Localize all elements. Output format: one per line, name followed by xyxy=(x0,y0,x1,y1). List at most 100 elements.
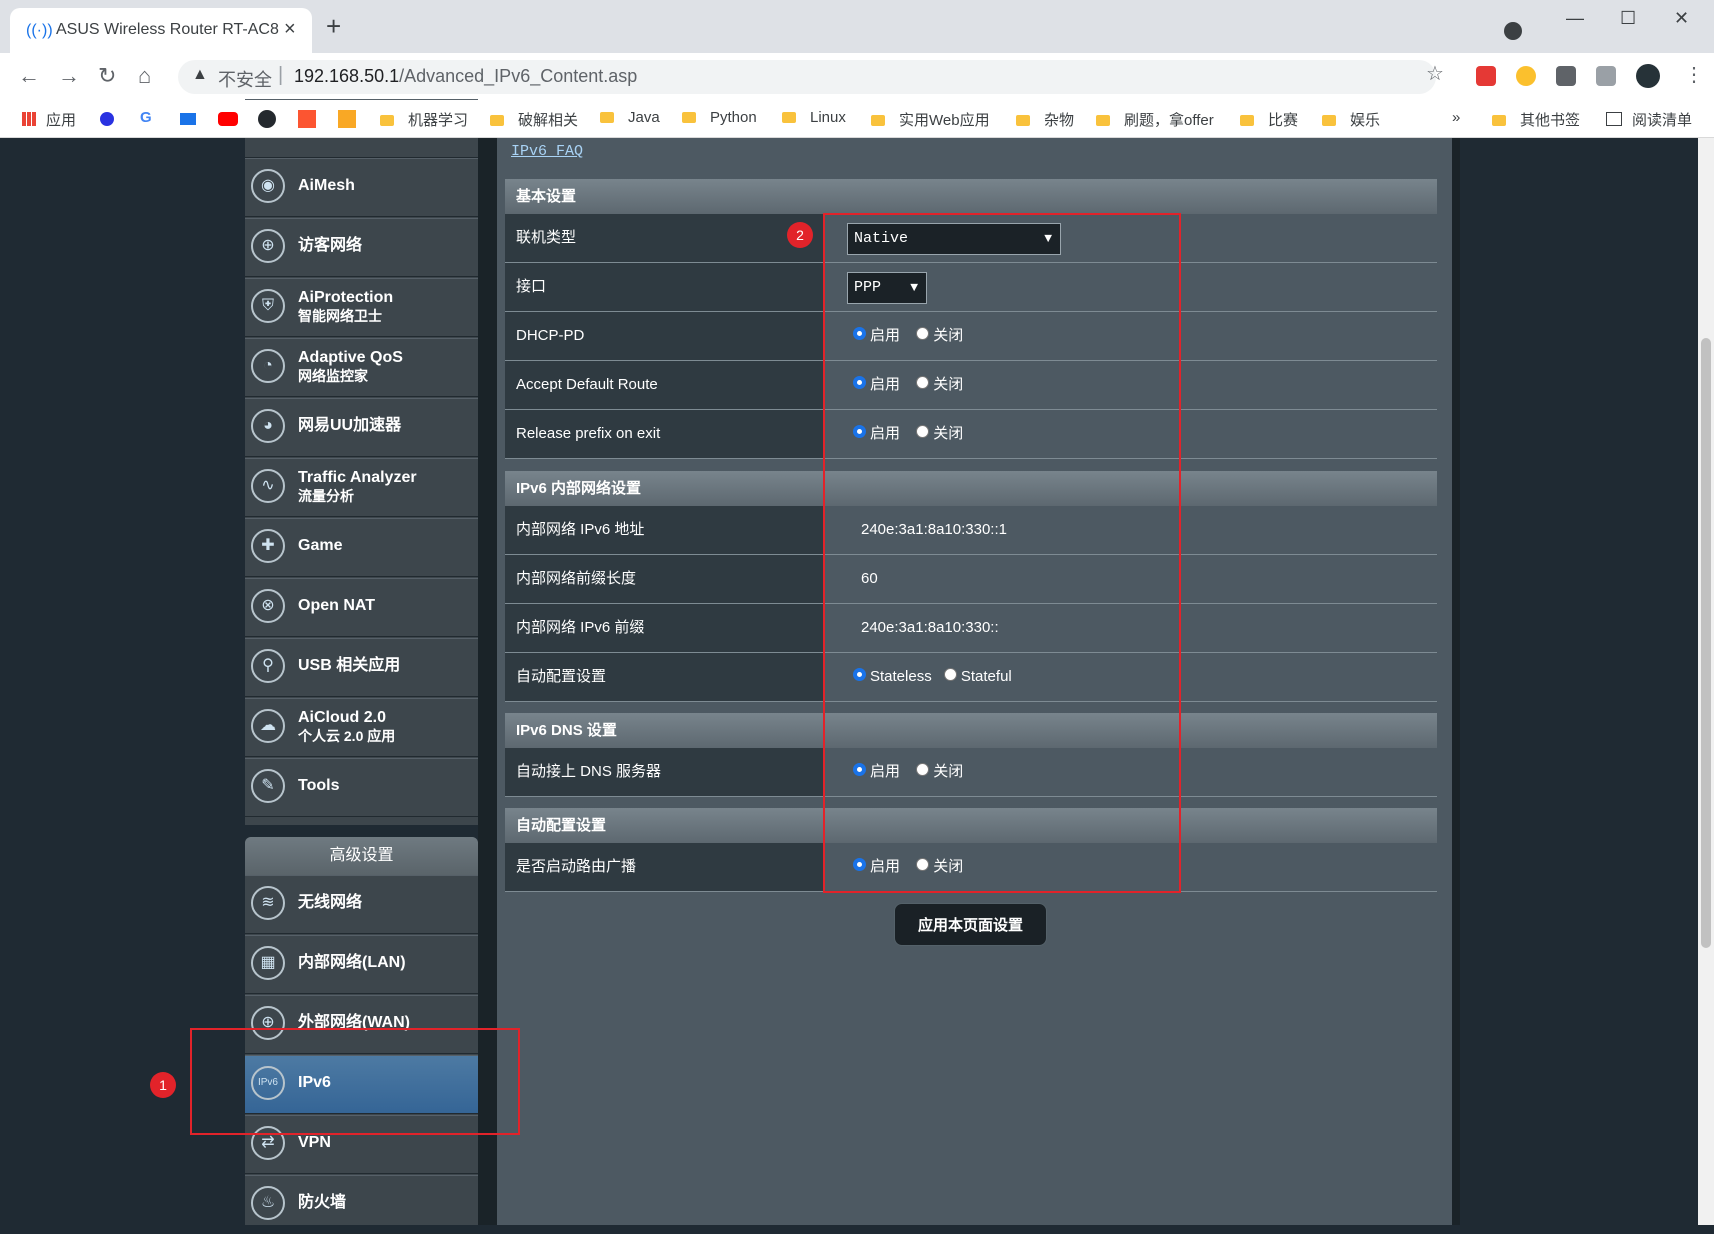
sidebar-item-label: Open NAT xyxy=(298,597,376,614)
sidebar-item-label: AiProtection 智能网络卫士 xyxy=(298,289,394,324)
reading-mode-icon[interactable] xyxy=(1596,66,1616,86)
forward-icon[interactable]: → xyxy=(58,63,80,89)
lan-icon: ▦ xyxy=(251,946,285,980)
back-icon[interactable]: ← xyxy=(18,63,40,89)
wrench-icon: ✎ xyxy=(251,769,285,803)
scrollbar[interactable] xyxy=(1698,138,1714,1225)
extension-icon[interactable] xyxy=(1516,66,1536,86)
bookmark-folder[interactable]: 刷题，拿offer xyxy=(1096,109,1214,130)
folder-icon xyxy=(1492,115,1506,126)
folder-icon xyxy=(782,112,796,123)
bookmark-star-icon[interactable]: ☆ xyxy=(1426,61,1444,86)
maximize-icon[interactable]: ☐ xyxy=(1620,8,1636,29)
row-label: 自动接上 DNS 服务器 xyxy=(505,748,825,796)
menu-icon[interactable]: ⋮ xyxy=(1684,62,1704,87)
annotation-badge-2: 2 xyxy=(787,222,813,248)
folder-icon xyxy=(600,112,614,123)
wifi-icon: ((·)) xyxy=(26,22,53,39)
reading-list-icon xyxy=(1606,112,1622,126)
separator: | xyxy=(278,64,284,86)
extension-icon[interactable] xyxy=(1476,66,1496,86)
sidebar-item[interactable] xyxy=(245,99,478,158)
traffic-icon: ∿ xyxy=(251,469,285,503)
bookmark-folder[interactable]: 实用Web应用 xyxy=(871,109,990,130)
more-bookmarks-button[interactable]: » xyxy=(1452,109,1460,126)
sidebar-item-tools[interactable]: ✎ Tools xyxy=(245,758,478,817)
sidebar-item-label: 访客网络 xyxy=(298,237,363,254)
sidebar-menu: ◉ AiMesh ⊕ 访客网络 ⛨ AiProtection 智能网络卫士 ◔ Adapt… xyxy=(245,99,478,825)
youtube-icon[interactable] xyxy=(218,112,238,126)
row-label: Release prefix on exit xyxy=(505,410,825,458)
ipv6-faq-link[interactable]: IPv6 FAQ xyxy=(511,143,583,160)
sidebar-item-opennat[interactable]: ⊗ Open NAT xyxy=(245,578,478,637)
speedometer-icon: ◔ xyxy=(251,349,285,383)
sidebar-item-label: 内部网络(LAN) xyxy=(298,954,406,971)
sidebar-item-aimesh[interactable]: ◉ AiMesh xyxy=(245,158,478,217)
row-label: Accept Default Route xyxy=(505,361,825,409)
url-text: 192.168.50.1/Advanced_IPv6_Content.asp xyxy=(294,66,638,86)
apps-icon[interactable]: 应用 xyxy=(22,109,76,130)
bookmark-folder[interactable]: 破解相关 xyxy=(490,109,578,130)
bookmark-folder[interactable]: 比赛 xyxy=(1240,109,1298,130)
google-icon[interactable]: G xyxy=(140,109,152,126)
annotation-badge-1: 1 xyxy=(150,1072,176,1098)
sidebar-item-label: AiMesh xyxy=(298,177,355,194)
sidebar-item-firewall[interactable]: ♨ 防火墙 xyxy=(245,1175,478,1234)
folder-icon xyxy=(1016,115,1030,126)
folder-icon xyxy=(871,115,885,126)
tab-search-icon[interactable] xyxy=(1504,22,1522,40)
row-label: 是否启动路由广播 xyxy=(505,843,825,891)
reload-icon[interactable]: ↻ xyxy=(98,63,116,89)
window-close-icon[interactable]: ✕ xyxy=(1674,8,1689,29)
address-bar[interactable]: ▲ 不安全 | 192.168.50.1/Advanced_IPv6_Conte… xyxy=(178,60,1436,94)
browser-toolbar: ← → ↻ ⌂ ▲ 不安全 | 192.168.50.1/Advanced_IP… xyxy=(0,53,1714,101)
globe-nat-icon: ⊗ xyxy=(251,589,285,623)
sidebar-item-label: Tools xyxy=(298,777,340,794)
sidebar-item-qos[interactable]: ◔ Adaptive QoS 网络监控家 xyxy=(245,338,478,397)
sidebar-item-aicloud[interactable]: ☁ AiCloud 2.0 个人云 2.0 应用 xyxy=(245,698,478,757)
row-label: 自动配置设置 xyxy=(505,653,825,701)
avatar[interactable] xyxy=(1636,64,1660,88)
bookmark-folder[interactable]: 娱乐 xyxy=(1322,109,1380,130)
bookmark-folder[interactable]: Python xyxy=(682,109,757,126)
bookmark-folder[interactable]: Java xyxy=(600,109,660,126)
other-bookmarks[interactable]: 其他书签 xyxy=(1492,109,1580,130)
sidebar-item-aiprotection[interactable]: ⛨ AiProtection 智能网络卫士 xyxy=(245,278,478,337)
sidebar-item-wireless[interactable]: ≋ 无线网络 xyxy=(245,875,478,934)
sidebar-item-label: AiCloud 2.0 个人云 2.0 应用 xyxy=(298,709,396,744)
scrollbar-thumb[interactable] xyxy=(1701,338,1711,948)
shield-lock-icon: ⛨ xyxy=(251,289,285,323)
row-label: 联机类型 xyxy=(505,214,825,262)
browser-tab[interactable]: ((·)) ASUS Wireless Router RT-AC8 × xyxy=(10,8,312,53)
cloud-icon: ☁ xyxy=(251,709,285,743)
sidebar-item-uu[interactable]: ◕ 网易UU加速器 xyxy=(245,398,478,457)
home-icon[interactable]: ⌂ xyxy=(138,63,151,89)
sidebar-item-label: 无线网络 xyxy=(298,894,363,911)
bookmark-folder[interactable]: Linux xyxy=(782,109,846,126)
sidebar-item-label: USB 相关应用 xyxy=(298,657,401,674)
reading-list[interactable]: 阅读清单 xyxy=(1606,109,1692,130)
bookmark-icon[interactable] xyxy=(180,113,196,125)
sidebar-item-guest[interactable]: ⊕ 访客网络 xyxy=(245,218,478,277)
close-icon[interactable]: × xyxy=(284,18,296,41)
sidebar-item-lan[interactable]: ▦ 内部网络(LAN) xyxy=(245,935,478,994)
bookmark-folder[interactable]: 杂物 xyxy=(1016,109,1074,130)
sidebar-item-game[interactable]: ✚ Game xyxy=(245,518,478,577)
row-label: 内部网络 IPv6 地址 xyxy=(505,506,825,554)
sidebar-item-usb[interactable]: ⚲ USB 相关应用 xyxy=(245,638,478,697)
wireless-icon: ≋ xyxy=(251,886,285,920)
puzzle-icon[interactable] xyxy=(1556,66,1576,86)
folder-icon xyxy=(1096,115,1110,126)
baidu-icon[interactable] xyxy=(100,112,114,126)
sidebar-item-label: VPN xyxy=(298,1134,331,1151)
apply-settings-button[interactable]: 应用本页面设置 xyxy=(894,903,1047,946)
usb-icon: ⚲ xyxy=(251,649,285,683)
row-label: 内部网络前缀长度 xyxy=(505,555,825,603)
tab-title: ASUS Wireless Router RT-AC8 xyxy=(56,21,279,38)
tab-strip: ((·)) ASUS Wireless Router RT-AC8 × + — … xyxy=(0,0,1714,53)
advanced-settings-header: 高级设置 xyxy=(245,837,478,875)
sidebar-item-traffic[interactable]: ∿ Traffic Analyzer 流量分析 xyxy=(245,458,478,517)
folder-icon xyxy=(1322,115,1336,126)
minimize-icon[interactable]: — xyxy=(1566,8,1584,29)
new-tab-button[interactable]: + xyxy=(326,13,341,39)
